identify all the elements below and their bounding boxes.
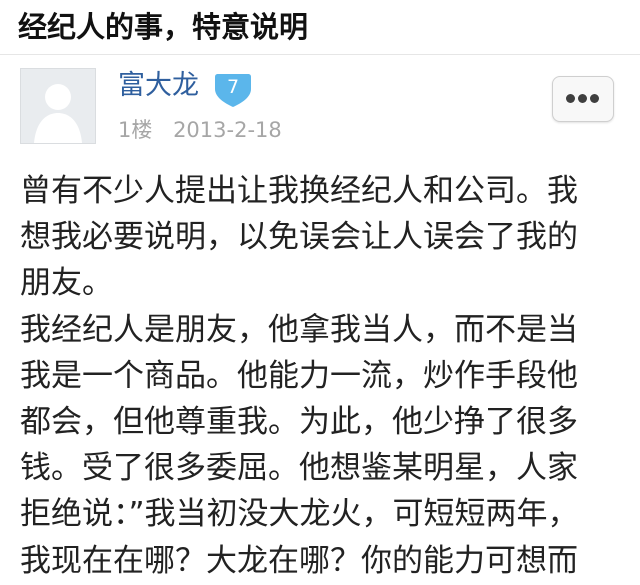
content-line: 我是一个商品。他能力一流，炒作手段他 <box>20 357 578 394</box>
dot <box>590 94 599 103</box>
floor-number: 1楼 <box>118 118 153 142</box>
avatar[interactable] <box>20 68 96 144</box>
title-bar: 经纪人的事，特意说明 <box>0 0 640 55</box>
dot <box>566 94 575 103</box>
content-line: 我经纪人是朋友，他拿我当人，而不是当 <box>20 311 578 348</box>
default-user-avatar-icon <box>21 69 95 143</box>
post-title: 经纪人的事，特意说明 <box>18 10 309 44</box>
content-line: 曾有不少人提出让我换经纪人和公司。我 <box>20 173 578 209</box>
more-dots-icon <box>566 94 600 104</box>
content-line: 朋友。 <box>20 265 113 302</box>
more-button[interactable] <box>552 76 614 122</box>
content-line: 钱。受了很多委屈。他想鉴某明星，人家 <box>20 450 578 487</box>
content-line: 拒绝说：”我当初没大龙火，可短短两年， <box>20 496 579 533</box>
content-line: 想我必要说明，以免误会让人误会了我的 <box>20 219 578 256</box>
post-content: 曾有不少人提出让我换经纪人和公司。我 想我必要说明，以免误会让人误会了我的 朋友… <box>20 168 620 584</box>
level-badge: 7 <box>213 72 253 108</box>
author-name[interactable]: 富大龙 <box>118 68 199 104</box>
post-page: 经纪人的事，特意说明 富大龙 7 1楼 2013-2-18 曾有不少人提出让我换… <box>0 0 640 585</box>
content-line: 我现在在哪？大龙在哪？你的能力可想而 <box>20 542 578 579</box>
level-number: 7 <box>226 76 240 98</box>
dot <box>578 94 587 103</box>
post-meta: 1楼 2013-2-18 <box>118 116 282 144</box>
post-date: 2013-2-18 <box>173 118 282 142</box>
content-line: 都会，但他尊重我。为此，他少挣了很多 <box>20 403 578 440</box>
